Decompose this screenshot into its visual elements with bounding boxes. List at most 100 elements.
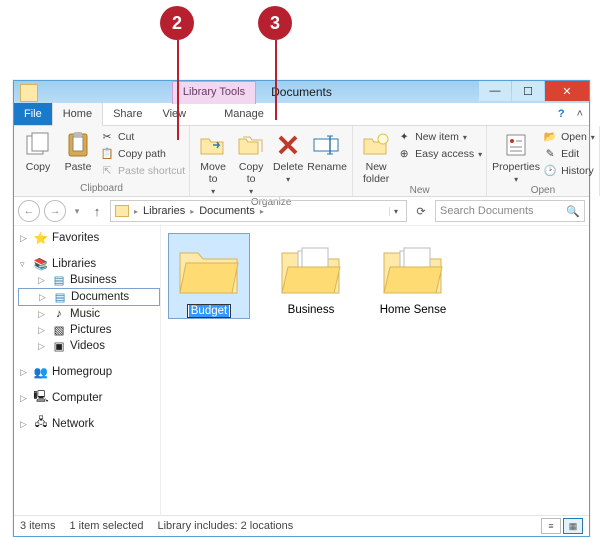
copy-to-icon [232,130,270,160]
tree-network[interactable]: ▷ 🖧 Network [18,416,160,432]
shortcut-icon: ⇱ [100,165,114,179]
music-icon: ♪ [52,307,66,321]
network-icon: 🖧 [34,417,48,431]
group-new-label: New [357,185,482,198]
close-button[interactable]: ✕ [545,81,589,101]
edit-button[interactable]: ✎Edit [543,147,595,162]
edit-icon: ✎ [543,148,557,162]
folder-home-sense[interactable]: Home Sense [373,234,453,316]
group-open-label: Open [491,185,595,198]
computer-icon: 🖳 [34,391,48,405]
tree-computer[interactable]: ▷ 🖳 Computer [18,390,160,406]
star-icon: ⭐ [34,231,48,245]
folder-docs-icon [278,241,344,297]
search-placeholder: Search Documents [440,205,534,217]
rename-textbox[interactable]: Budget [187,304,231,318]
callout-3-line [275,40,277,120]
move-to-button[interactable]: Move to▾ [194,128,232,197]
properties-icon [491,130,541,160]
easy-access-icon: ⊕ [397,148,411,162]
pictures-icon: ▧ [52,323,66,337]
scissors-icon: ✂ [100,131,114,145]
ribbon: Copy Paste ✂Cut 📋Copy path ⇱Paste shortc… [14,126,589,197]
crumb-libraries[interactable]: Libraries [143,205,185,217]
new-folder-button[interactable]: New folder [357,128,395,185]
address-dropdown[interactable]: ▾ [389,207,402,216]
recent-locations-button[interactable]: ▾ [70,206,84,217]
copy-path-button[interactable]: 📋Copy path [100,147,185,162]
folder-docs-icon [380,241,446,297]
history-icon: 🕑 [543,165,557,179]
copy-icon [18,130,58,160]
copy-to-button[interactable]: Copy to▾ [232,128,270,197]
callout-3-badge: 3 [258,6,292,40]
rename-icon [306,130,348,160]
group-organize: Move to▾ Copy to▾ Delete▾ [190,126,353,196]
maximize-button[interactable]: ☐ [512,81,544,101]
cut-button[interactable]: ✂Cut [100,130,185,145]
libraries-icon: 📚 [34,257,48,271]
folder-business[interactable]: Business [271,234,351,316]
minimize-button[interactable]: — [479,81,511,101]
ribbon-tabstrip: File Home Share View Manage ? ˄ [14,103,589,126]
folder-icon [176,241,242,297]
status-selected: 1 item selected [69,520,143,532]
search-icon: 🔍 [566,205,580,218]
status-bar: 3 items 1 item selected Library includes… [14,515,589,536]
library-icon: ▤ [52,273,66,287]
search-box[interactable]: Search Documents 🔍 [435,200,585,222]
tree-documents[interactable]: ▷ ▤ Documents [18,288,160,306]
tab-home[interactable]: Home [52,102,103,126]
history-button[interactable]: 🕑History [543,164,595,179]
group-new: New folder ✦New item ▾ ⊕Easy access ▾ Ne… [353,126,487,196]
help-button[interactable]: ? [552,103,571,125]
tree-videos[interactable]: ▷ ▣ Videos [18,338,160,354]
details-view-button[interactable]: ≡ [541,518,561,534]
tab-manage[interactable]: Manage [214,103,274,125]
status-count: 3 items [20,520,55,532]
paste-shortcut-button[interactable]: ⇱Paste shortcut [100,164,185,179]
open-icon: 📂 [543,131,557,145]
copy-button[interactable]: Copy [18,128,58,173]
refresh-button[interactable]: ⟳ [411,205,431,218]
group-clipboard: Copy Paste ✂Cut 📋Copy path ⇱Paste shortc… [14,126,190,196]
explorer-window: Library Tools Documents — ☐ ✕ File Home … [13,80,590,537]
group-open: Properties▾ 📂Open ▾ ✎Edit 🕑History Open [487,126,600,196]
easy-access-button[interactable]: ⊕Easy access ▾ [397,147,482,162]
tab-file[interactable]: File [14,103,52,125]
new-item-button[interactable]: ✦New item ▾ [397,130,482,145]
callout-2-badge: 2 [160,6,194,40]
window-folder-icon [20,84,38,102]
tree-homegroup[interactable]: ▷ 👥 Homegroup [18,364,160,380]
titlebar[interactable]: Library Tools Documents — ☐ ✕ [14,81,589,103]
back-button[interactable]: ← [18,200,40,222]
homegroup-icon: 👥 [34,365,48,379]
folder-budget[interactable]: Budget [169,234,249,318]
tree-favorites[interactable]: ▷ ⭐ Favorites [18,230,160,246]
paste-button[interactable]: Paste [58,128,98,173]
delete-button[interactable]: Delete▾ [270,128,306,185]
items-view[interactable]: Budget Business [161,224,589,516]
icons-view-button[interactable]: ▦ [563,518,583,534]
folder-label: Home Sense [373,304,453,316]
new-folder-icon [357,130,395,160]
properties-button[interactable]: Properties▾ [491,128,541,185]
address-bar[interactable]: ▸ Libraries ▸ Documents ▸ ▾ [110,200,407,222]
rename-button[interactable]: Rename [306,128,348,173]
crumb-documents[interactable]: Documents [199,205,255,217]
tree-music[interactable]: ▷ ♪ Music [18,306,160,322]
tab-share[interactable]: Share [103,103,152,125]
videos-icon: ▣ [52,339,66,353]
open-button[interactable]: 📂Open ▾ [543,130,595,145]
forward-button[interactable]: → [44,200,66,222]
up-button[interactable]: ↑ [88,204,106,219]
tree-libraries[interactable]: ▿ 📚 Libraries [18,256,160,272]
tree-pictures[interactable]: ▷ ▧ Pictures [18,322,160,338]
status-library: Library includes: 2 locations [157,520,293,532]
nav-pane: ▷ ⭐ Favorites ▿ 📚 Libraries ▷ ▤ Business [14,224,161,516]
tab-view[interactable]: View [152,103,196,125]
navbar: ← → ▾ ↑ ▸ Libraries ▸ Documents ▸ ▾ ⟳ Se… [14,197,589,226]
context-tab-library-tools[interactable]: Library Tools [172,81,256,104]
collapse-ribbon-button[interactable]: ˄ [571,103,589,125]
tree-business[interactable]: ▷ ▤ Business [18,272,160,288]
